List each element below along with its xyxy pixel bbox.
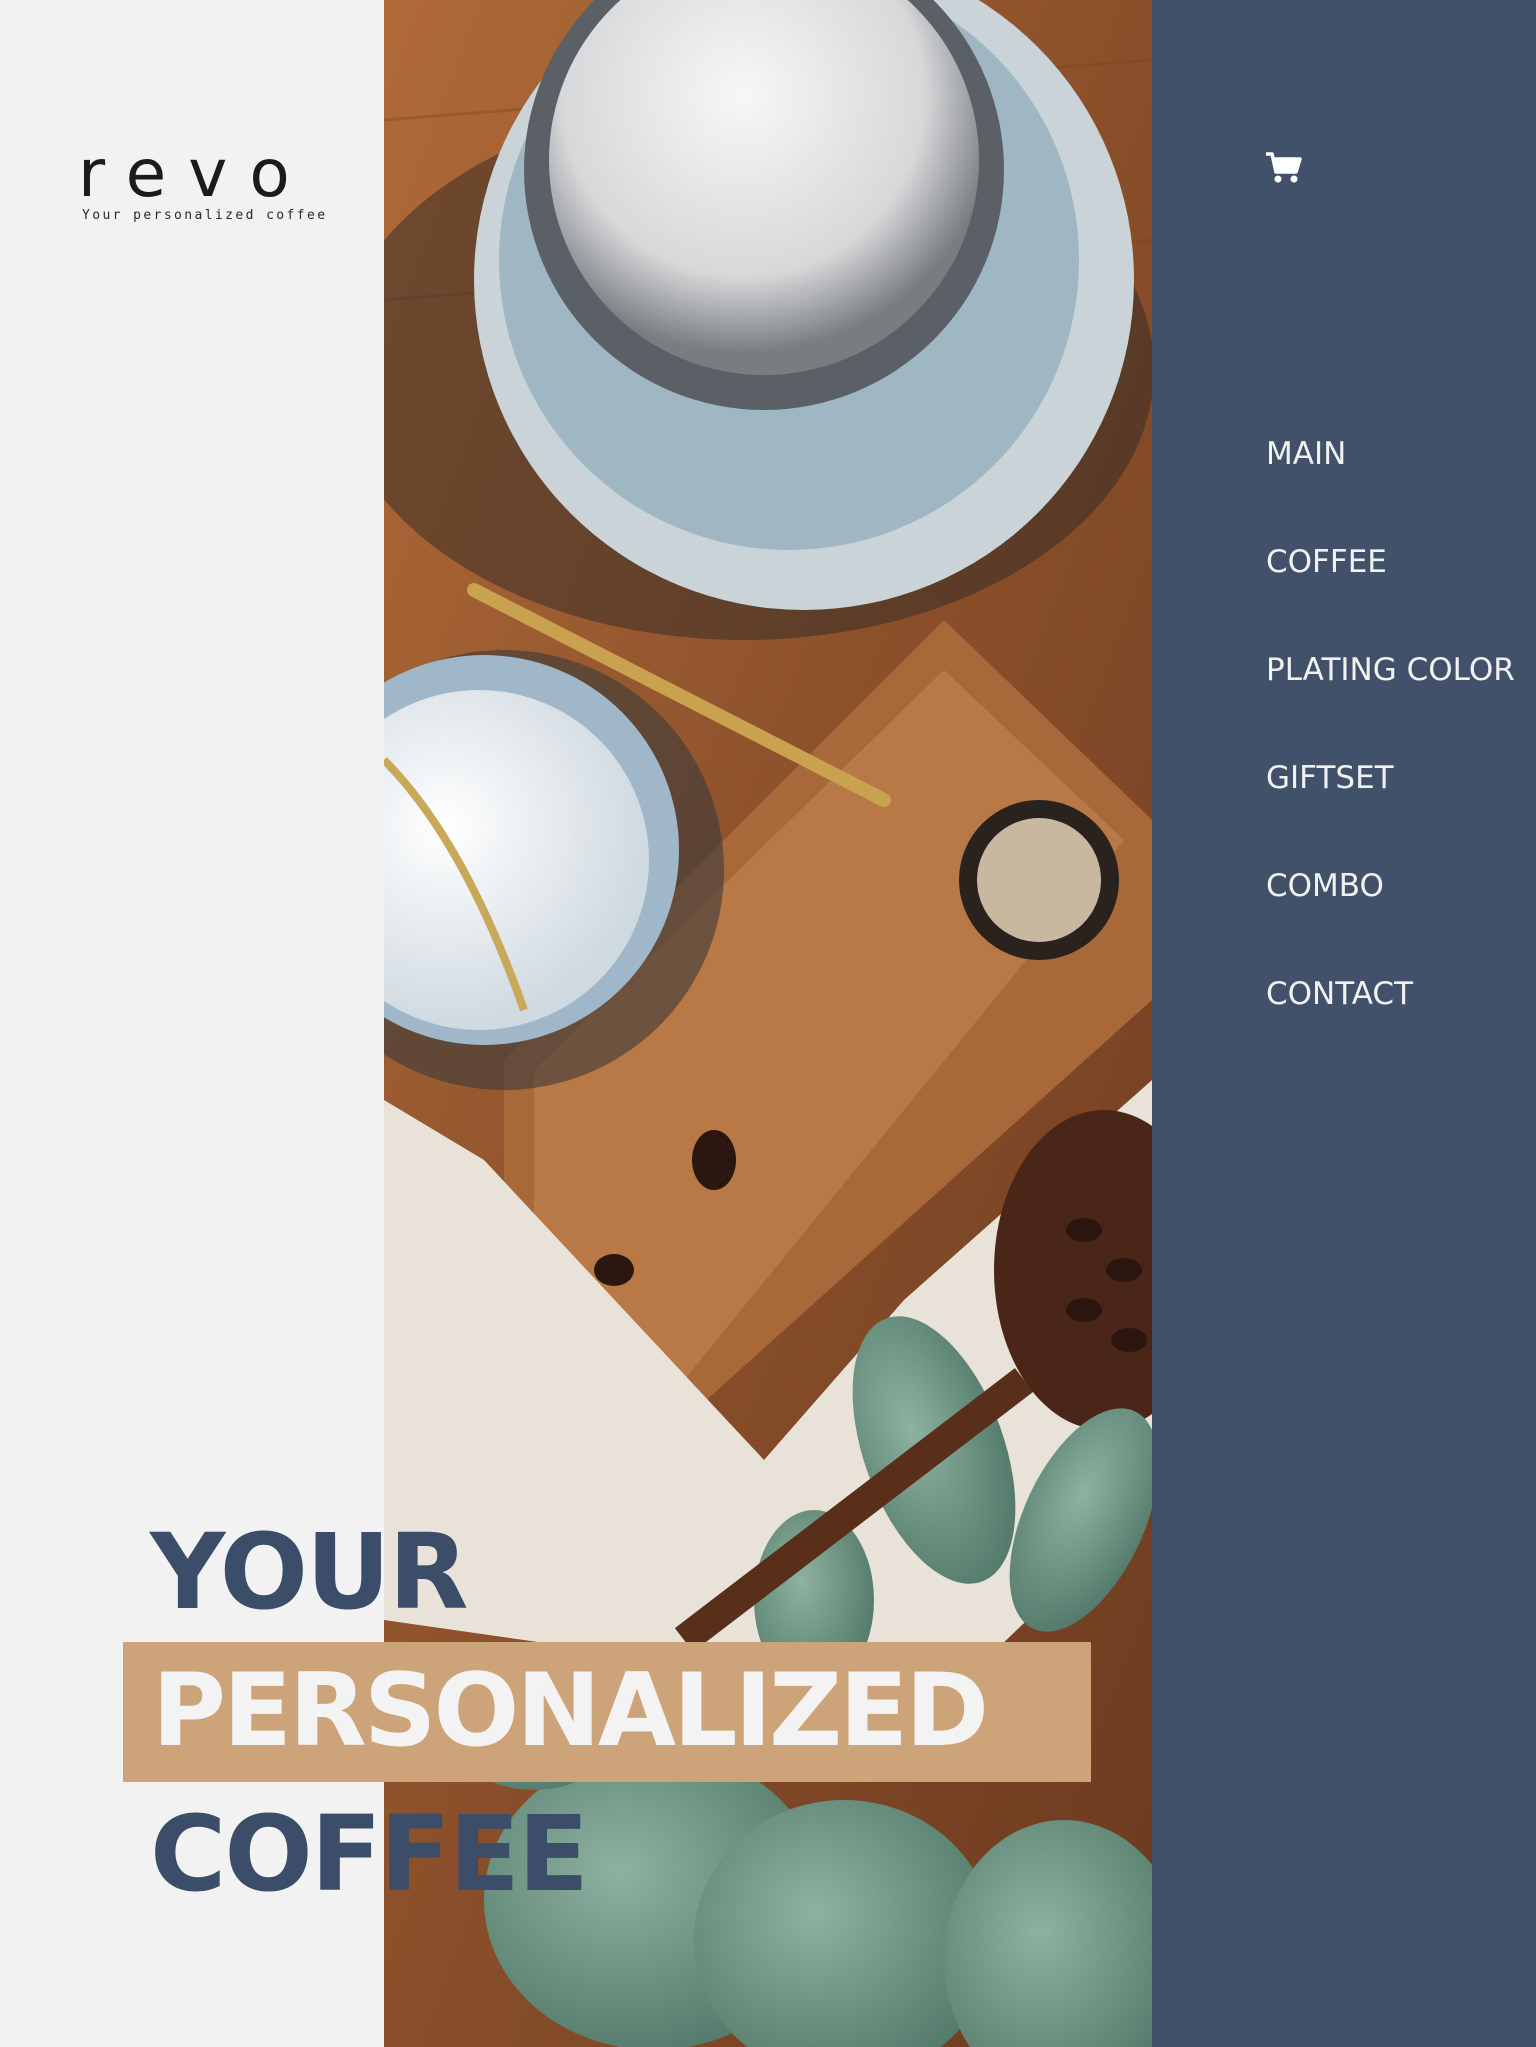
- shopping-cart-icon[interactable]: [1264, 148, 1304, 188]
- nav-item-coffee[interactable]: COFFEE: [1266, 538, 1515, 646]
- nav-item-giftset[interactable]: GIFTSET: [1266, 754, 1515, 862]
- logo-wordmark: revo: [78, 135, 312, 212]
- left-panel: [0, 0, 384, 2047]
- nav-item-plating-color[interactable]: PLATING COLOR: [1266, 646, 1515, 754]
- logo-tagline: Your personalized coffee: [82, 208, 328, 223]
- hero-photo: [384, 0, 1152, 2047]
- nav-item-combo[interactable]: COMBO: [1266, 862, 1515, 970]
- brand-logo[interactable]: revo Your personalized coffee: [78, 135, 328, 232]
- main-nav: MAIN COFFEE PLATING COLOR GIFTSET COMBO …: [1266, 430, 1515, 1078]
- nav-item-main[interactable]: MAIN: [1266, 430, 1515, 538]
- nav-item-contact[interactable]: CONTACT: [1266, 970, 1515, 1078]
